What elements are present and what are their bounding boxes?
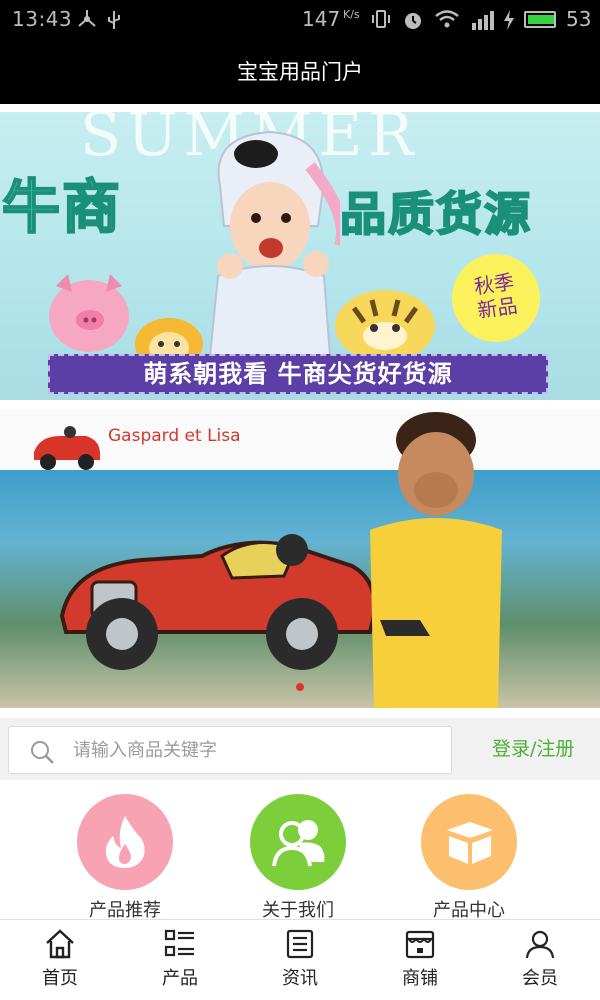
new-season-badge: 秋季 新品 [446,248,546,348]
banner-ribbon: 萌系朝我看 牛商尖货好货源 [48,354,548,394]
page-title: 宝宝用品门户 [237,60,363,84]
fire-icon[interactable] [77,794,173,890]
category-product-recommend[interactable]: 产品推荐 [60,794,190,922]
login-register-link[interactable]: 登录/注册 [492,734,574,761]
car-logo-icon [34,426,100,470]
nav-shop[interactable]: 商铺 [375,928,465,990]
nav-label: 资讯 [282,968,318,989]
battery-icon [524,11,556,28]
category-product-center[interactable]: 产品中心 [404,794,534,922]
shop-icon [405,930,435,959]
category-grid: 产品推荐 关于我们 产品中心 [0,780,600,922]
app-header: 宝宝用品门户 [0,40,600,104]
nav-news[interactable]: 资讯 [255,928,345,990]
bottom-nav: 首页 产品 资讯 商铺 会员 [0,919,600,1000]
promo-banner-2[interactable]: Gaspard et Lisa [0,410,600,708]
brand-name: Gaspard et Lisa [108,426,241,446]
home-icon [46,929,74,959]
usb-icon [106,9,122,36]
news-icon [286,929,314,959]
boy-illustration [370,412,502,708]
search-icon [31,741,54,764]
promo-banner-1[interactable]: SUMMER 牛商 品质货源 秋季 新品 萌系朝我看 牛商尖货好货源 [0,112,600,400]
nav-label: 首页 [42,968,78,989]
tiger-toy-illustration [335,290,435,362]
banner-headline-left: 牛商 [1,172,123,242]
nav-products[interactable]: 产品 [135,928,225,990]
nav-label: 产品 [162,968,198,989]
race-car-illustration [59,534,377,670]
search-row: 登录/注册 [0,718,600,780]
user-icon [525,930,555,959]
status-bar: 13:43 147 K/s 53 [0,0,600,40]
signal-icon [468,9,498,36]
vibrate-icon [370,9,392,34]
nav-label: 会员 [522,968,558,989]
share-icon [76,9,98,34]
search-box[interactable] [8,726,452,774]
search-input[interactable] [73,727,443,773]
list-icon [164,929,194,957]
pig-toy-illustration [49,274,129,352]
users-icon[interactable] [250,794,346,890]
carousel-indicator[interactable] [296,683,304,691]
child-illustration [208,130,340,356]
banner-headline-right: 品质货源 [339,186,532,242]
nav-member[interactable]: 会员 [495,928,585,990]
charging-icon [502,9,516,36]
battery-level: 53 [566,7,592,31]
box-icon[interactable] [421,794,517,890]
category-about-us[interactable]: 关于我们 [233,794,363,922]
nav-home[interactable]: 首页 [15,928,105,990]
net-unit: K/s [343,8,360,21]
alarm-icon [402,9,424,36]
nav-label: 商铺 [402,968,438,989]
status-time: 13:43 [12,7,73,31]
net-speed: 147 [302,7,341,31]
wifi-icon [434,9,460,34]
